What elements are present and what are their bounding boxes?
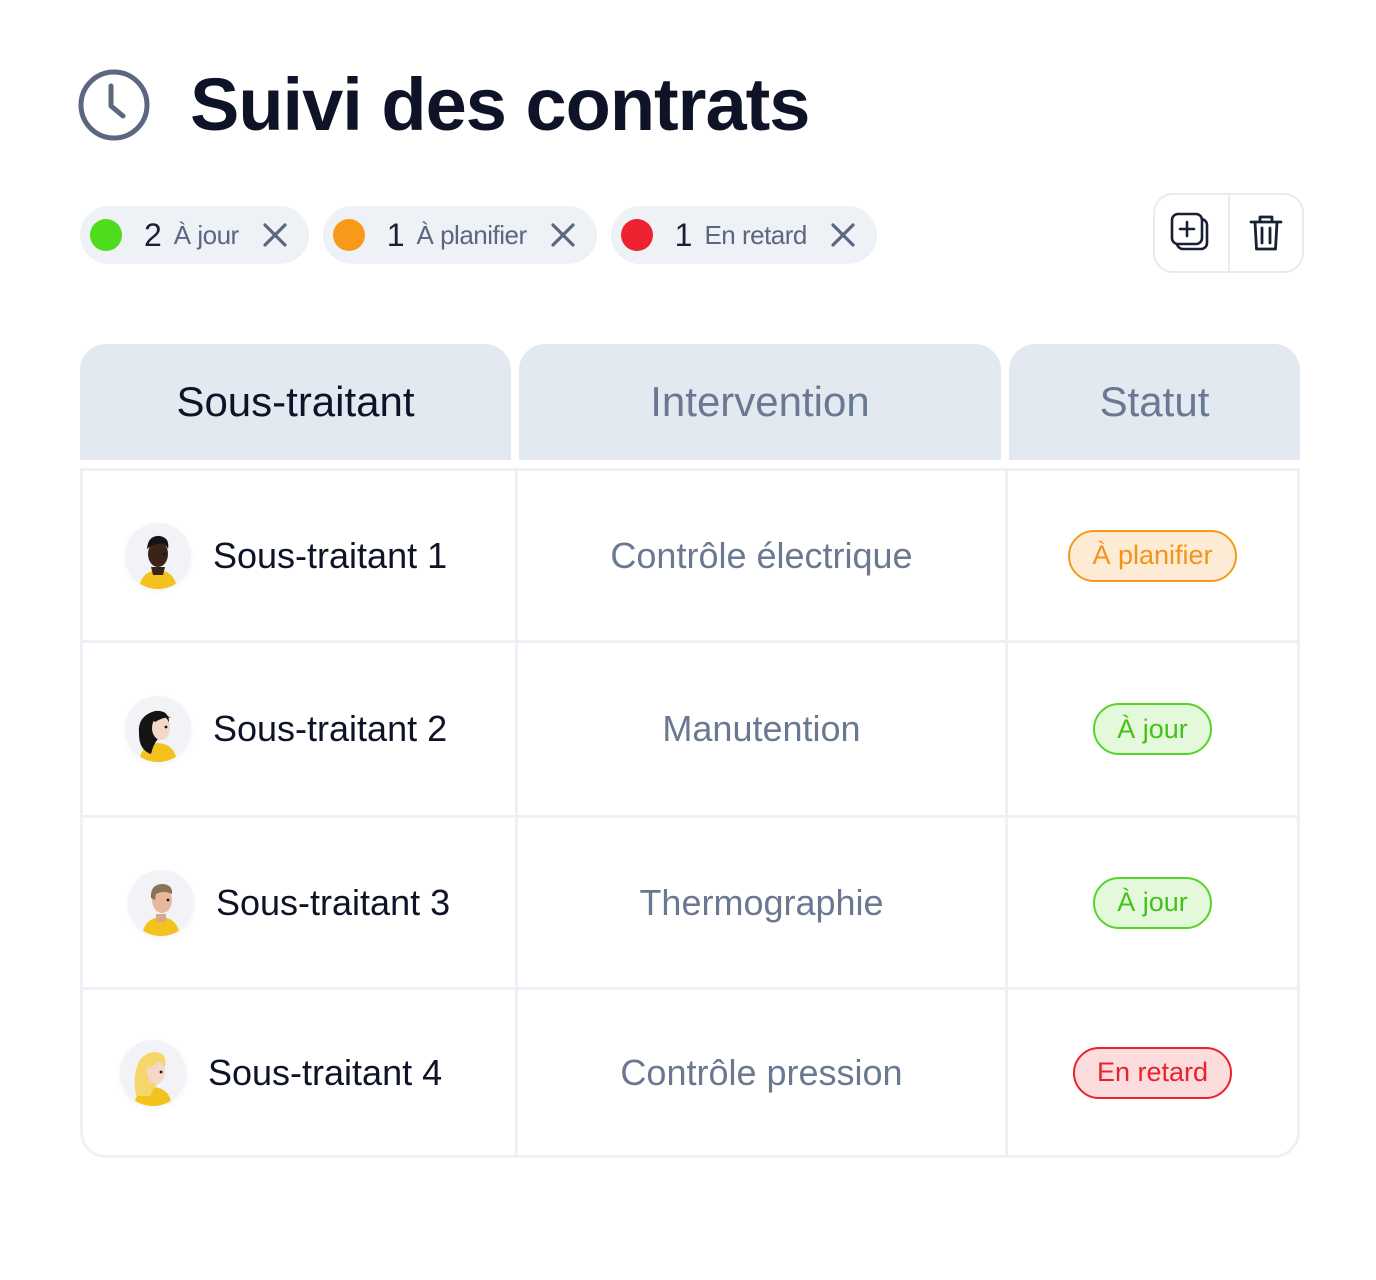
- filter-count: 2: [144, 216, 162, 253]
- clock-icon: [78, 69, 150, 141]
- column-header-subcontractor[interactable]: Sous-traitant: [80, 344, 511, 460]
- intervention-cell: Contrôle pression: [515, 990, 1005, 1155]
- table-row[interactable]: Sous-traitant 3 Thermographie À jour: [83, 815, 1297, 987]
- status-cell: À jour: [1005, 818, 1297, 987]
- page-header: Suivi des contrats: [76, 62, 810, 148]
- subcontractor-cell: Sous-traitant 1: [83, 471, 515, 640]
- filter-chip-a-jour[interactable]: 2 À jour: [80, 206, 309, 264]
- add-copy-icon: [1170, 212, 1209, 251]
- subcontractor-name: Sous-traitant 4: [208, 1051, 443, 1093]
- page-title: Suivi des contrats: [190, 63, 810, 146]
- status-badge: À jour: [1093, 876, 1212, 929]
- add-button[interactable]: [1155, 195, 1228, 271]
- table-header: Sous-traitant Intervention Statut: [80, 344, 1300, 460]
- avatar: [120, 1039, 186, 1106]
- filter-count: 1: [674, 216, 693, 253]
- filter-count: 1: [386, 216, 405, 253]
- close-icon[interactable]: [549, 221, 577, 249]
- subcontractor-name: Sous-traitant 2: [213, 708, 448, 749]
- filter-chips: 2 À jour 1 À planifier 1 En retard: [80, 206, 877, 264]
- table-row[interactable]: Sous-traitant 2 Manutention À jour: [83, 640, 1297, 815]
- close-icon[interactable]: [829, 221, 857, 249]
- table-row[interactable]: Sous-traitant 4 Contrôle pression En ret…: [83, 987, 1297, 1155]
- subcontractor-cell: Sous-traitant 2: [83, 643, 515, 815]
- table-row[interactable]: Sous-traitant 1 Contrôle électrique À pl…: [83, 471, 1297, 640]
- table-toolbar: [1153, 193, 1304, 273]
- trash-icon: [1249, 215, 1283, 251]
- column-header-status[interactable]: Statut: [1009, 344, 1300, 460]
- subcontractor-cell: Sous-traitant 3: [83, 818, 515, 987]
- status-cell: En retard: [1005, 990, 1297, 1155]
- intervention-cell: Manutention: [515, 643, 1005, 815]
- filter-chip-a-planifier[interactable]: 1 À planifier: [322, 206, 597, 264]
- subcontractor-name: Sous-traitant 1: [213, 534, 448, 576]
- filter-chip-en-retard[interactable]: 1 En retard: [610, 206, 877, 264]
- table-body: Sous-traitant 1 Contrôle électrique À pl…: [80, 468, 1300, 1158]
- avatar: [125, 522, 191, 589]
- avatar: [125, 696, 191, 762]
- status-badge: À jour: [1093, 703, 1212, 755]
- status-dot-icon: [90, 219, 122, 251]
- filter-label: En retard: [704, 219, 807, 250]
- filter-label: À jour: [173, 219, 239, 250]
- column-header-intervention[interactable]: Intervention: [519, 344, 1001, 460]
- status-badge: En retard: [1072, 1046, 1233, 1099]
- status-cell: À planifier: [1005, 471, 1297, 640]
- filter-label: À planifier: [416, 219, 528, 250]
- intervention-cell: Contrôle électrique: [515, 471, 1005, 640]
- status-dot-icon: [332, 219, 365, 251]
- status-cell: À jour: [1005, 643, 1297, 815]
- subcontractor-name: Sous-traitant 3: [216, 881, 451, 923]
- avatar: [128, 869, 194, 936]
- status-dot-icon: [620, 219, 653, 251]
- contracts-table: Sous-traitant Intervention Statut Sous-t…: [80, 344, 1300, 1158]
- subcontractor-cell: Sous-traitant 4: [83, 990, 515, 1155]
- delete-button[interactable]: [1227, 195, 1303, 271]
- status-badge: À planifier: [1068, 529, 1237, 582]
- close-icon[interactable]: [261, 221, 289, 249]
- intervention-cell: Thermographie: [515, 818, 1005, 987]
